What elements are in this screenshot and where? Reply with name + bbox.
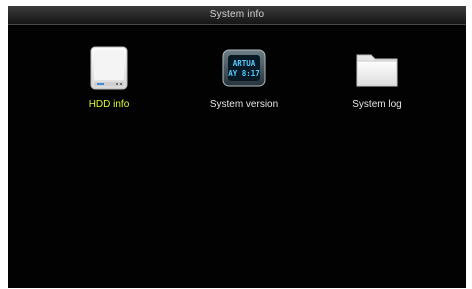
menu-item-system-version[interactable]: ARTUA AY 8:17 System version [196, 44, 292, 120]
version-display-icon: ARTUA AY 8:17 [222, 49, 266, 87]
hdd-info-label: HDD info [88, 99, 130, 110]
system-version-label: System version [209, 99, 279, 110]
version-display-line-1: ARTUA [233, 59, 256, 68]
system-log-label: System log [352, 99, 402, 110]
system-info-screen: System info HDD info ARTUA AY 8:17 Syste… [8, 6, 466, 288]
menu-item-hdd-info[interactable]: HDD info [61, 44, 157, 120]
window-title: System info [8, 6, 466, 25]
hard-drive-icon [90, 46, 128, 90]
version-display-line-2: AY 8:17 [228, 69, 260, 78]
menu-item-system-log[interactable]: System log [329, 44, 425, 120]
folder-icon [356, 54, 398, 87]
